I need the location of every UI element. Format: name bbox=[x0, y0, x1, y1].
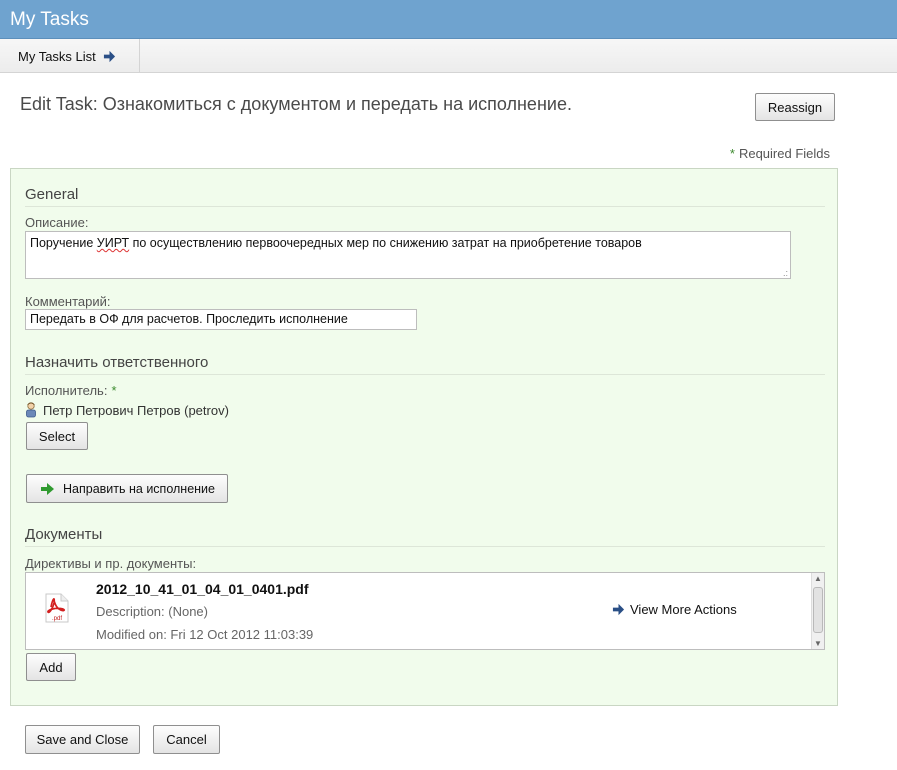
task-form-panel: General Описание: Поручение УИРТ по осущ… bbox=[10, 168, 838, 706]
document-modified: Modified on: Fri 12 Oct 2012 11:03:39 bbox=[96, 627, 314, 642]
view-more-actions-label: View More Actions bbox=[630, 602, 737, 617]
green-arrow-right-icon bbox=[41, 482, 54, 495]
page-title: Edit Task: Ознакомиться с документом и п… bbox=[20, 94, 572, 114]
document-description: Description: (None) bbox=[96, 604, 208, 619]
section-heading-documents: Документы bbox=[25, 526, 825, 547]
document-list: .pdf 2012_10_41_01_04_01_0401.pdf Descri… bbox=[25, 572, 825, 650]
assignee-label: Исполнитель: * bbox=[25, 383, 117, 398]
scroll-down-icon[interactable]: ▼ bbox=[814, 639, 822, 648]
document-list-scrollbar[interactable]: ▲ ▼ bbox=[811, 573, 824, 649]
view-more-actions-link[interactable]: View More Actions bbox=[612, 602, 737, 617]
comment-label: Комментарий: bbox=[25, 294, 111, 309]
nav-tab-label: My Tasks List bbox=[18, 48, 96, 64]
section-heading-general: General bbox=[25, 186, 825, 207]
pdf-file-icon[interactable]: .pdf bbox=[44, 593, 70, 626]
reassign-button[interactable]: Reassign bbox=[755, 93, 835, 121]
forward-to-execution-button[interactable]: Направить на исполнение bbox=[26, 474, 228, 503]
description-textarea[interactable]: Поручение УИРТ по осуществлению первооче… bbox=[25, 231, 791, 279]
assignee-item: Петр Петрович Петров (petrov) bbox=[25, 402, 229, 418]
select-assignee-button[interactable]: Select bbox=[26, 422, 88, 450]
comment-input[interactable]: Передать в ОФ для расчетов. Проследить и… bbox=[25, 309, 417, 330]
assignee-required-star: * bbox=[111, 383, 117, 398]
description-label: Описание: bbox=[25, 215, 89, 230]
resize-grip-icon[interactable]: .: bbox=[783, 268, 788, 278]
app-title: My Tasks bbox=[10, 9, 89, 30]
assignee-label-text: Исполнитель: bbox=[25, 383, 108, 398]
arrow-right-icon bbox=[612, 603, 625, 616]
description-text-rest: по осуществлению первоочередных мер по с… bbox=[129, 236, 642, 250]
arrow-right-icon bbox=[103, 50, 115, 62]
forward-button-label: Направить на исполнение bbox=[63, 481, 215, 496]
section-heading-assign: Назначить ответственного bbox=[25, 354, 825, 375]
save-and-close-button[interactable]: Save and Close bbox=[25, 725, 140, 754]
documents-list-label: Директивы и пр. документы: bbox=[25, 556, 197, 571]
required-fields-note: * Required Fields bbox=[730, 146, 830, 161]
assignee-name: Петр Петрович Петров (petrov) bbox=[43, 402, 229, 418]
cancel-button[interactable]: Cancel bbox=[153, 725, 220, 754]
scroll-up-icon[interactable]: ▲ bbox=[814, 574, 822, 583]
add-document-button[interactable]: Add bbox=[26, 653, 76, 681]
person-icon bbox=[26, 402, 36, 418]
required-fields-text: Required Fields bbox=[738, 146, 830, 161]
pdf-icon-label: .pdf bbox=[52, 616, 62, 622]
app-titlebar: My Tasks bbox=[0, 0, 897, 39]
nav-bar: My Tasks List bbox=[0, 39, 897, 73]
scrollbar-thumb[interactable] bbox=[813, 587, 823, 633]
description-misspelled-word: УИРТ bbox=[96, 236, 130, 250]
required-star: * bbox=[729, 146, 735, 161]
description-text-part: Поручение bbox=[30, 236, 97, 250]
document-name[interactable]: 2012_10_41_01_04_01_0401.pdf bbox=[96, 581, 309, 597]
nav-tab-my-tasks-list[interactable]: My Tasks List bbox=[0, 39, 140, 73]
